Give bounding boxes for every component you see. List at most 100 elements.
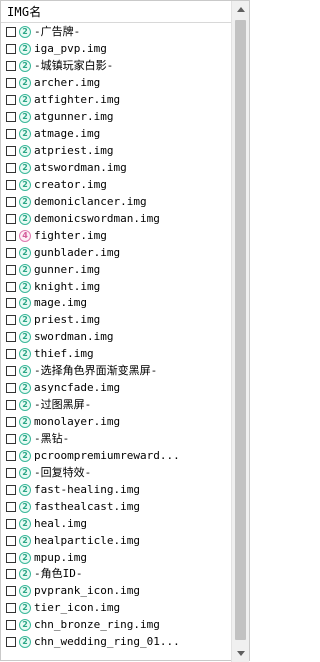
- list-item[interactable]: 2 monolayer.img: [1, 414, 232, 431]
- item-name: atgunner.img: [34, 110, 114, 124]
- list-item[interactable]: 2 asyncfade.img: [1, 380, 232, 397]
- version-badge-icon: 2: [19, 432, 31, 445]
- version-badge-icon: 2: [19, 128, 31, 141]
- item-checkbox[interactable]: [6, 44, 16, 55]
- list-item[interactable]: 2 atpriest.img: [1, 143, 232, 160]
- item-checkbox[interactable]: [6, 417, 16, 428]
- item-name: atswordman.img: [34, 160, 127, 174]
- item-checkbox[interactable]: [6, 247, 16, 258]
- list-item[interactable]: 2 atmage.img: [1, 126, 232, 143]
- version-badge-icon: 4: [19, 229, 31, 242]
- item-checkbox[interactable]: [6, 450, 16, 461]
- list-item[interactable]: 2 heal.img: [1, 515, 232, 532]
- list-item[interactable]: 2 mage.img: [1, 295, 232, 312]
- list-item[interactable]: 2 mpup.img: [1, 549, 232, 566]
- item-checkbox[interactable]: [6, 112, 16, 123]
- item-checkbox[interactable]: [6, 620, 16, 631]
- item-name: healparticle.img: [34, 533, 140, 547]
- list-item[interactable]: 2 demoniclancer.img: [1, 193, 232, 210]
- vertical-scrollbar[interactable]: [231, 1, 249, 662]
- version-badge-icon: 2: [19, 365, 31, 378]
- item-name: gunblader.img: [34, 245, 121, 259]
- version-badge-icon: 2: [19, 568, 31, 581]
- list-item[interactable]: 2 knight.img: [1, 278, 232, 295]
- scroll-down-button[interactable]: [232, 645, 249, 662]
- item-checkbox[interactable]: [6, 484, 16, 495]
- item-checkbox[interactable]: [6, 162, 16, 173]
- item-checkbox[interactable]: [6, 230, 16, 241]
- list-item[interactable]: 2 priest.img: [1, 312, 232, 329]
- scroll-up-button[interactable]: [232, 1, 249, 18]
- item-checkbox[interactable]: [6, 298, 16, 309]
- item-checkbox[interactable]: [6, 586, 16, 597]
- list-item[interactable]: 2 -角色ID-: [1, 566, 232, 583]
- item-name: thief.img: [34, 347, 94, 361]
- item-checkbox[interactable]: [6, 213, 16, 224]
- list-item[interactable]: 2 healparticle.img: [1, 532, 232, 549]
- item-checkbox[interactable]: [6, 433, 16, 444]
- column-header[interactable]: IMG名: [1, 1, 232, 23]
- item-checkbox[interactable]: [6, 129, 16, 140]
- item-name: chn_wedding_ring_01...: [34, 635, 180, 649]
- item-checkbox[interactable]: [6, 95, 16, 106]
- item-checkbox[interactable]: [6, 383, 16, 394]
- list-item[interactable]: 2 -回复特效-: [1, 464, 232, 481]
- list-item[interactable]: 2 archer.img: [1, 75, 232, 92]
- version-badge-icon: 2: [19, 348, 31, 361]
- item-checkbox[interactable]: [6, 518, 16, 529]
- item-checkbox[interactable]: [6, 467, 16, 478]
- version-badge-icon: 2: [19, 195, 31, 208]
- list-item[interactable]: 2 -城镇玩家白影-: [1, 58, 232, 75]
- list-item[interactable]: 2 fasthealcast.img: [1, 498, 232, 515]
- list-item[interactable]: 2 creator.img: [1, 176, 232, 193]
- item-checkbox[interactable]: [6, 27, 16, 38]
- list-item[interactable]: 2 pcroompremiumreward...: [1, 447, 232, 464]
- img-list-panel: IMG名 2 -广告牌- 2 iga_pvp.img 2 -城镇玩家白影- 2 archer.…: [0, 0, 250, 662]
- item-checkbox[interactable]: [6, 61, 16, 72]
- item-checkbox[interactable]: [6, 552, 16, 563]
- version-badge-icon: 2: [19, 585, 31, 598]
- item-checkbox[interactable]: [6, 196, 16, 207]
- list-item[interactable]: 2 atfighter.img: [1, 92, 232, 109]
- list-item[interactable]: 2 pvprank_icon.img: [1, 583, 232, 600]
- list-item[interactable]: 2 swordman.img: [1, 329, 232, 346]
- item-checkbox[interactable]: [6, 332, 16, 343]
- list-item[interactable]: 2 tier_icon.img: [1, 600, 232, 617]
- item-name: demonicswordman.img: [34, 211, 160, 225]
- item-checkbox[interactable]: [6, 569, 16, 580]
- list-item[interactable]: 2 gunner.img: [1, 261, 232, 278]
- list-item[interactable]: 2 iga_pvp.img: [1, 41, 232, 58]
- item-checkbox[interactable]: [6, 501, 16, 512]
- version-badge-icon: 2: [19, 94, 31, 107]
- item-checkbox[interactable]: [6, 264, 16, 275]
- item-name: monolayer.img: [34, 415, 121, 429]
- list-item[interactable]: 2 gunblader.img: [1, 244, 232, 261]
- list-item[interactable]: 2 demonicswordman.img: [1, 210, 232, 227]
- list-item[interactable]: 2 thief.img: [1, 346, 232, 363]
- item-checkbox[interactable]: [6, 535, 16, 546]
- item-name: -城镇玩家白影-: [34, 59, 114, 73]
- scroll-thumb[interactable]: [235, 20, 246, 640]
- item-name: atpriest.img: [34, 144, 114, 158]
- list-item[interactable]: 2 -选择角色界面渐变黑屏-: [1, 363, 232, 380]
- item-checkbox[interactable]: [6, 179, 16, 190]
- list-item[interactable]: 4 fighter.img: [1, 227, 232, 244]
- item-checkbox[interactable]: [6, 637, 16, 648]
- list-item[interactable]: 2 -黑钻-: [1, 431, 232, 448]
- item-checkbox[interactable]: [6, 349, 16, 360]
- list-item[interactable]: 2 chn_bronze_ring.img: [1, 617, 232, 634]
- item-checkbox[interactable]: [6, 146, 16, 157]
- item-checkbox[interactable]: [6, 366, 16, 377]
- item-checkbox[interactable]: [6, 603, 16, 614]
- item-checkbox[interactable]: [6, 78, 16, 89]
- item-checkbox[interactable]: [6, 315, 16, 326]
- list-item[interactable]: 2 chn_wedding_ring_01...: [1, 634, 232, 651]
- list-item[interactable]: 2 atgunner.img: [1, 109, 232, 126]
- item-checkbox[interactable]: [6, 281, 16, 292]
- list-item[interactable]: 2 fast-healing.img: [1, 481, 232, 498]
- item-checkbox[interactable]: [6, 400, 16, 411]
- item-name: tier_icon.img: [34, 601, 121, 615]
- list-item[interactable]: 2 atswordman.img: [1, 160, 232, 177]
- list-item[interactable]: 2 -广告牌-: [1, 24, 232, 41]
- list-item[interactable]: 2 -过图黑屏-: [1, 397, 232, 414]
